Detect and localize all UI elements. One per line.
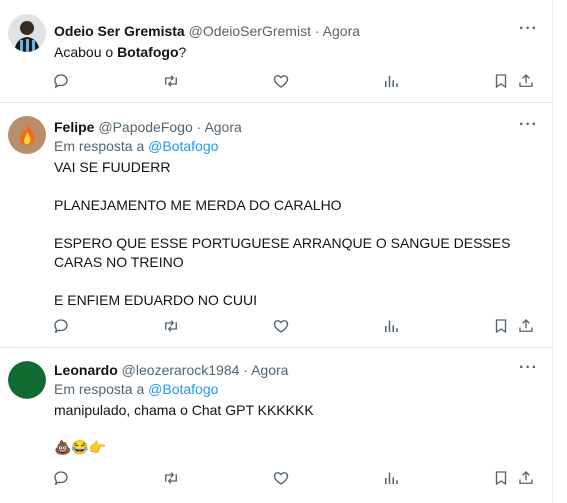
display-name[interactable]: Leonardo — [54, 362, 118, 378]
handle[interactable]: @OdeioSerGremist — [189, 23, 311, 39]
reply-context: Em resposta a @Botafogo — [54, 137, 538, 155]
handle[interactable]: @leozerarock1984 — [122, 362, 240, 378]
action-bar — [52, 469, 538, 489]
separator: · — [314, 23, 320, 39]
bookmark-button[interactable] — [492, 72, 512, 92]
timestamp[interactable]: Agora — [323, 23, 360, 39]
views-icon — [382, 72, 402, 90]
retweet-icon — [162, 72, 182, 90]
retweet-button[interactable] — [162, 469, 182, 489]
reply-prefix: Em resposta a — [54, 138, 145, 154]
like-button[interactable] — [272, 317, 292, 337]
share-icon — [517, 72, 537, 90]
text-line: VAI SE FUUDERR — [54, 159, 171, 175]
action-bar — [52, 72, 538, 92]
reply-handle-link[interactable]: @Botafogo — [148, 138, 218, 154]
tweet-header: Odeio Ser Gremista @OdeioSerGremist · Ag… — [54, 22, 538, 40]
reply-icon — [52, 317, 72, 335]
reply-icon — [52, 469, 72, 487]
share-button[interactable] — [517, 72, 537, 92]
bookmark-icon — [492, 469, 512, 487]
like-icon — [272, 72, 292, 90]
text-line: PLANEJAMENTO ME MERDA DO CARALHO — [54, 197, 342, 213]
bookmark-icon — [492, 72, 512, 90]
retweet-button[interactable] — [162, 317, 182, 337]
action-bar — [52, 317, 538, 337]
handle[interactable]: @PapodeFogo — [98, 119, 192, 135]
more-options-button[interactable]: ··· — [519, 359, 538, 377]
scrollbar[interactable] — [552, 0, 567, 503]
tweet-2[interactable]: Felipe @PapodeFogo · Agora Em resposta a… — [0, 102, 552, 348]
more-options-button[interactable]: ··· — [519, 116, 538, 134]
avatar[interactable] — [8, 361, 46, 399]
tweet-text: Acabou o Botafogo? — [54, 43, 538, 62]
separator: · — [243, 362, 248, 378]
tweet-text: manipulado, chama o Chat GPT KKKKKK — [54, 402, 314, 418]
reply-context: Em resposta a @Botafogo — [54, 380, 538, 398]
player-avatar-icon — [8, 14, 46, 52]
share-icon — [517, 469, 537, 487]
display-name[interactable]: Odeio Ser Gremista — [54, 23, 185, 39]
tweet-header: Leonardo @leozerarock1984 · Agora — [54, 361, 538, 379]
text-end: ? — [178, 44, 187, 60]
avatar[interactable] — [8, 14, 46, 52]
tweet-3[interactable]: Leonardo @leozerarock1984 · Agora Em res… — [0, 347, 552, 503]
like-button[interactable] — [272, 72, 292, 92]
views-button[interactable] — [382, 469, 402, 489]
bookmark-button[interactable] — [492, 469, 512, 489]
views-button[interactable] — [382, 72, 402, 92]
reply-button[interactable] — [52, 469, 72, 489]
separator: · — [196, 119, 202, 135]
views-icon — [382, 317, 402, 335]
reply-button[interactable] — [52, 317, 72, 337]
text-bold: Botafogo — [117, 44, 179, 60]
bookmark-icon — [492, 317, 512, 335]
timestamp[interactable]: Agora — [251, 362, 288, 378]
like-icon — [272, 317, 292, 335]
views-icon — [382, 469, 402, 487]
bookmark-button[interactable] — [492, 317, 512, 337]
display-name[interactable]: Felipe — [54, 119, 94, 135]
reply-icon — [52, 72, 72, 90]
retweet-icon — [162, 469, 182, 487]
avatar[interactable] — [8, 116, 46, 154]
views-button[interactable] — [382, 317, 402, 337]
timestamp[interactable]: Agora — [204, 119, 241, 135]
reply-handle-link[interactable]: @Botafogo — [148, 381, 218, 397]
share-icon — [517, 317, 537, 335]
emoji-row: 💩😂👉 — [54, 439, 107, 455]
reply-prefix: Em resposta a — [54, 381, 145, 397]
fire-avatar-icon — [8, 116, 46, 154]
tweet-header: Felipe @PapodeFogo · Agora — [54, 118, 538, 136]
retweet-button[interactable] — [162, 72, 182, 92]
green-avatar-icon — [8, 361, 46, 399]
share-button[interactable] — [517, 469, 537, 489]
share-button[interactable] — [517, 317, 537, 337]
retweet-icon — [162, 317, 182, 335]
text-line: E ENFIEM EDUARDO NO CUUI — [54, 292, 258, 308]
like-button[interactable] — [272, 469, 292, 489]
tweet-text: VAI SE FUUDERR PLANEJAMENTO ME MERDA DO … — [54, 158, 538, 310]
more-options-button[interactable]: ··· — [519, 20, 538, 38]
text-plain: Acabou o — [54, 44, 118, 60]
text-line: ESPERO QUE ESSE PORTUGUESE ARRANQUE O SA… — [54, 235, 511, 270]
tweet-1[interactable]: Odeio Ser Gremista @OdeioSerGremist · Ag… — [0, 0, 552, 103]
like-icon — [272, 469, 292, 487]
reply-button[interactable] — [52, 72, 72, 92]
